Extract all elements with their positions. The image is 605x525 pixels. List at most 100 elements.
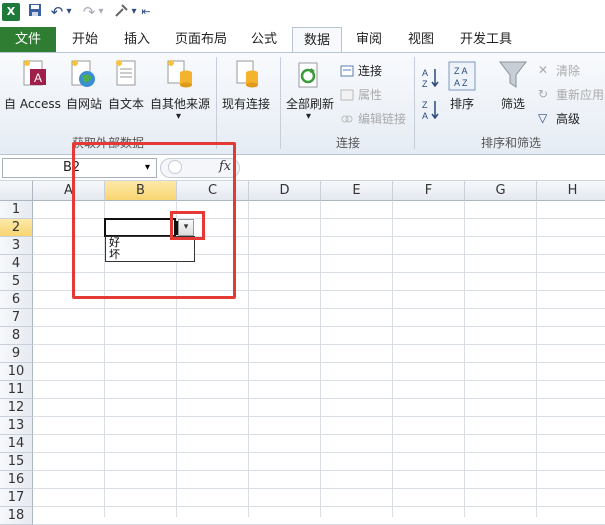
row-gridline [33,434,605,435]
sort-dialog-icon[interactable]: Z A A Z [448,61,476,95]
edit-links-label: 编辑链接 [358,112,407,126]
column-gridline [464,201,465,517]
connections-label[interactable]: 连接 [358,62,382,79]
column-gridline [320,201,321,517]
tab-developer[interactable]: 开发工具 [450,27,522,52]
select-all-button[interactable] [0,181,33,201]
tools-icon[interactable] [112,3,130,21]
group-separator [414,57,415,149]
row-header-13[interactable]: 13 [0,417,33,435]
quick-access-toolbar: X ↶ ▾ ↷ ▾ ▾ ⇤ [0,0,605,25]
ribbon-tabs: 文件 开始 插入 页面布局 公式 数据 审阅 视图 开发工具 [0,25,605,52]
tab-file[interactable]: 文件 [0,27,56,52]
filter-icon[interactable] [498,59,528,95]
undo-dropdown-icon[interactable]: ▾ [64,3,74,21]
row-gridline [33,506,605,507]
advanced-label[interactable]: 高级 [556,110,580,127]
other-sources-icon[interactable] [166,59,194,95]
from-other-sources-label[interactable]: 自其他来源 [150,95,210,112]
reapply-icon: ↻ [538,87,549,101]
group-label-sort-filter: 排序和筛选 [480,136,541,150]
tab-review[interactable]: 审阅 [346,27,392,52]
row-gridline [33,416,605,417]
svg-text:Z: Z [422,79,428,89]
row-header-18[interactable]: 18 [0,507,33,525]
web-icon[interactable] [70,59,96,93]
svg-text:Z: Z [422,100,428,110]
highlight-box-dropdown [170,211,205,240]
row-gridline [33,326,605,327]
formula-input[interactable] [242,158,603,178]
excel-logo-icon: X [2,3,20,21]
svg-text:Z A: Z A [454,66,468,76]
from-access-label[interactable]: 自 Access [4,95,61,112]
row-header-12[interactable]: 12 [0,399,33,417]
row-header-10[interactable]: 10 [0,363,33,381]
from-text-label[interactable]: 自文本 [108,95,144,112]
row-header-11[interactable]: 11 [0,381,33,399]
tab-data[interactable]: 数据 [292,27,342,52]
other-sources-dropdown-icon[interactable]: ▾ [176,111,181,122]
tab-insert[interactable]: 插入 [114,27,160,52]
save-icon[interactable] [26,3,44,21]
tools-dropdown-icon[interactable]: ▾ [129,3,139,21]
clear-label: 清除 [556,64,581,78]
redo-dropdown-icon[interactable]: ▾ [96,3,106,21]
connections-icon[interactable] [340,63,354,82]
svg-text:A: A [34,71,42,85]
row-header-6[interactable]: 6 [0,291,33,309]
filter-label[interactable]: 筛选 [501,95,525,112]
ribbon: A 自 Access 自网站 自文本 自其他来源 ▾ 获取外部数据 现有连接 全… [0,52,605,155]
row-header-9[interactable]: 9 [0,345,33,363]
row-header-8[interactable]: 8 [0,327,33,345]
column-header-d[interactable]: D [249,181,321,201]
row-header-17[interactable]: 17 [0,489,33,507]
advanced-filter-icon[interactable]: ▽ [538,111,547,125]
access-icon[interactable]: A [22,59,48,93]
row-header-4[interactable]: 4 [0,255,33,273]
sort-label[interactable]: 排序 [450,95,474,112]
row-header-1[interactable]: 1 [0,201,33,219]
column-header-e[interactable]: E [321,181,393,201]
group-label-connections: 连接 [335,136,360,150]
row-header-2[interactable]: 2 [0,219,33,237]
column-header-h[interactable]: H [537,181,605,201]
clear-icon: ✕ [538,63,549,77]
existing-connections-label[interactable]: 现有连接 [222,95,270,112]
tab-page-layout[interactable]: 页面布局 [166,27,236,52]
column-header-g[interactable]: G [465,181,537,201]
refresh-all-icon[interactable] [296,61,322,95]
sort-za-icon[interactable]: ZA [422,99,440,125]
svg-text:A: A [422,111,428,121]
row-header-7[interactable]: 7 [0,309,33,327]
existing-connections-icon[interactable] [234,59,260,95]
svg-text:A Z: A Z [454,78,468,88]
column-header-f[interactable]: F [393,181,465,201]
tab-home[interactable]: 开始 [62,27,108,52]
sort-az-icon[interactable]: AZ [422,67,440,93]
group-separator [216,57,217,149]
properties-icon [340,87,354,106]
row-gridline [33,344,605,345]
row-gridline [33,488,605,489]
column-gridline [248,201,249,517]
row-gridline [33,362,605,363]
column-gridline [392,201,393,517]
tab-view[interactable]: 视图 [398,27,444,52]
row-header-16[interactable]: 16 [0,471,33,489]
row-header-15[interactable]: 15 [0,453,33,471]
row-gridline [33,470,605,471]
from-web-label[interactable]: 自网站 [66,95,102,112]
row-header-3[interactable]: 3 [0,237,33,255]
row-header-5[interactable]: 5 [0,273,33,291]
row-gridline [33,308,605,309]
reapply-label: 重新应用 [556,88,605,102]
text-file-icon[interactable] [114,59,140,93]
edit-links-icon [340,111,354,130]
customize-qat-icon[interactable]: ⇤ [140,3,152,21]
tab-formulas[interactable]: 公式 [242,27,286,52]
row-header-14[interactable]: 14 [0,435,33,453]
refresh-all-label[interactable]: 全部刷新 [286,95,334,112]
row-gridline [33,380,605,381]
refresh-dropdown-icon[interactable]: ▾ [306,111,311,122]
